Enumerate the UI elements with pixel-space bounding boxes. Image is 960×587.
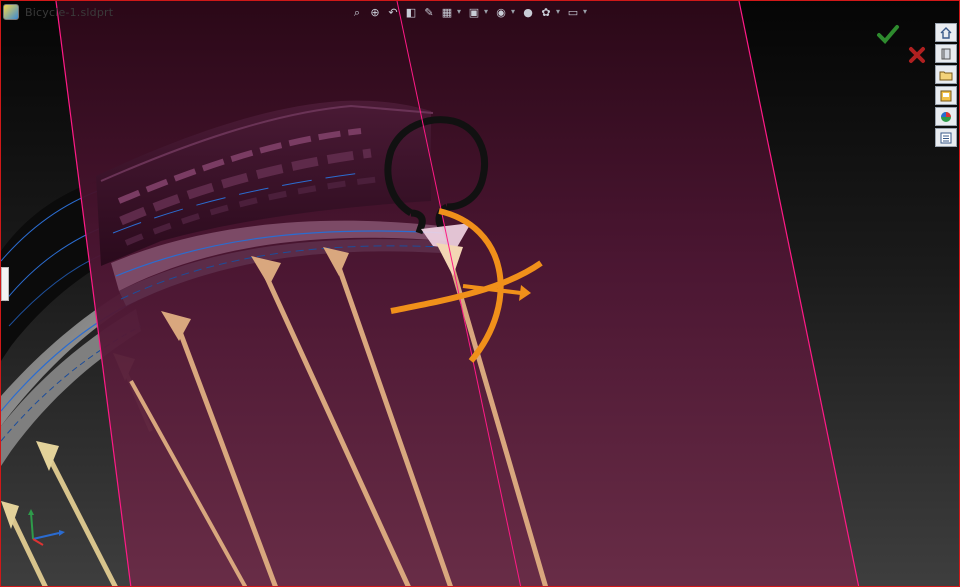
reference-triad (28, 509, 65, 546)
chevron-down-icon[interactable]: ▾ (583, 8, 590, 16)
graphics-area[interactable]: Bicycle-1.sldprt ⌕ ⊕ ↶ ◧ ✎ ▦ ▾ ▣ ▾ ◉ ▾ ● ✿ ▾ ▭ ▾ (0, 0, 960, 587)
task-pane-tab-design-library[interactable] (935, 44, 957, 63)
task-pane-tab-home[interactable] (935, 23, 957, 42)
chevron-down-icon[interactable]: ▾ (484, 8, 491, 16)
hide-show-items-icon[interactable]: ◉ (493, 4, 509, 20)
document-title-bar: Bicycle-1.sldprt (1, 1, 303, 23)
section-view-icon[interactable]: ◧ (403, 4, 419, 20)
collapsed-panel-handle[interactable] (1, 267, 9, 301)
x-cancel-icon[interactable] (909, 47, 925, 63)
zoom-to-fit-icon[interactable]: ⌕ (349, 4, 365, 20)
task-pane-tab-view-palette[interactable] (935, 86, 957, 105)
home-icon (940, 26, 952, 39)
task-pane-tab-appearances[interactable] (935, 107, 957, 126)
task-pane-tab-custom-properties[interactable] (935, 128, 957, 147)
checkmark-icon[interactable] (877, 25, 899, 44)
document-title: Bicycle-1.sldprt (25, 5, 114, 19)
confirmation-corner (871, 21, 929, 69)
chevron-down-icon[interactable]: ▾ (556, 8, 563, 16)
zoom-to-area-icon[interactable]: ⊕ (367, 4, 383, 20)
display-style-icon[interactable]: ▣ (466, 4, 482, 20)
task-pane-tab-file-explorer[interactable] (935, 65, 957, 84)
heads-up-view-toolbar: ⌕ ⊕ ↶ ◧ ✎ ▦ ▾ ▣ ▾ ◉ ▾ ● ✿ ▾ ▭ ▾ (349, 3, 590, 21)
apply-scene-icon[interactable]: ✿ (538, 4, 554, 20)
previous-view-icon[interactable]: ↶ (385, 4, 401, 20)
custom-properties-icon (940, 132, 952, 143)
task-pane-tab-strip (935, 23, 957, 147)
edit-appearance-icon[interactable]: ● (520, 4, 536, 20)
design-library-icon (941, 48, 951, 59)
part-document-icon (3, 4, 19, 20)
file-explorer-icon (939, 71, 953, 80)
view-orientation-icon[interactable]: ▦ (439, 4, 455, 20)
model-scene[interactable] (1, 1, 960, 587)
view-settings-icon[interactable]: ▭ (565, 4, 581, 20)
chevron-down-icon[interactable]: ▾ (457, 8, 464, 16)
chevron-down-icon[interactable]: ▾ (511, 8, 518, 16)
dynamic-annotation-icon[interactable]: ✎ (421, 4, 437, 20)
view-palette-icon (940, 90, 952, 101)
appearances-scenes-icon (941, 111, 951, 122)
